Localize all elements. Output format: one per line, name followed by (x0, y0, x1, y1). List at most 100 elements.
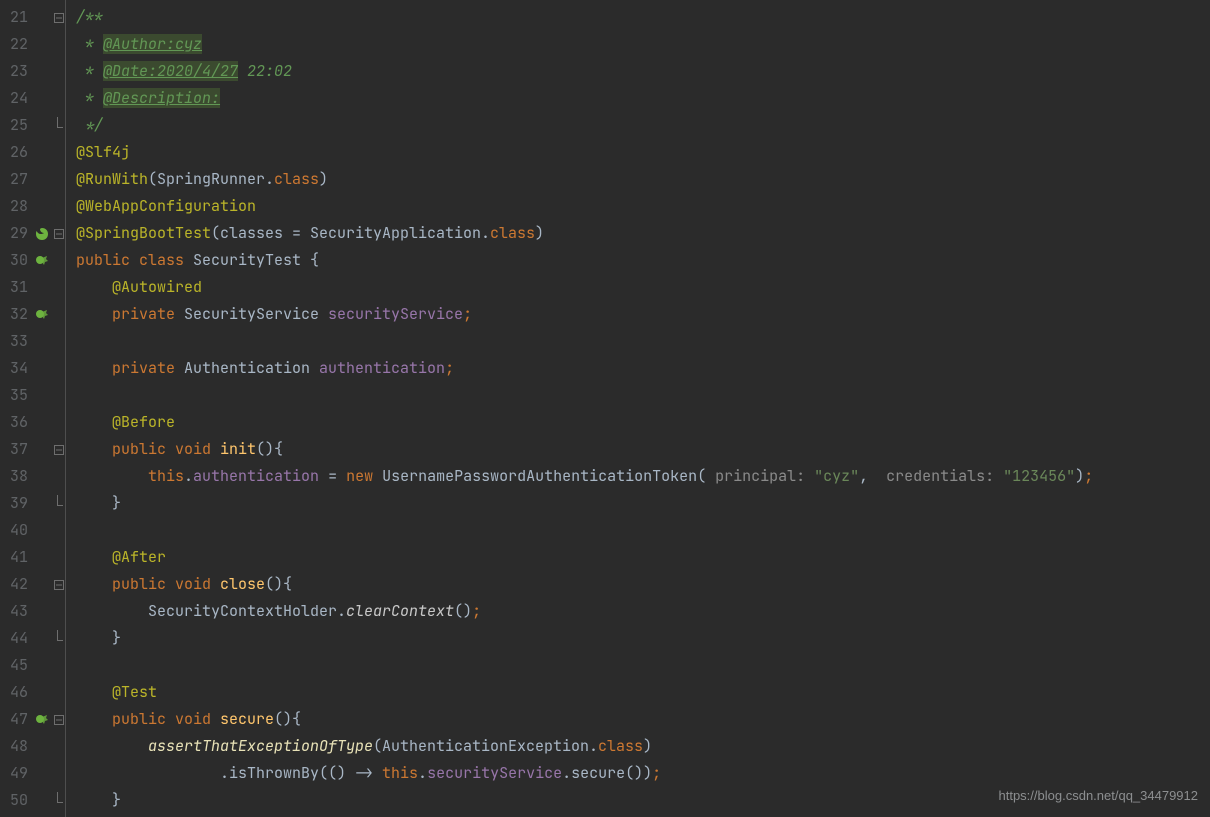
line-number: 35 (0, 382, 32, 409)
fold-empty (52, 382, 65, 409)
gutter-icon-empty (32, 760, 52, 787)
line-number: 37 (0, 436, 32, 463)
gutter-icon-empty (32, 31, 52, 58)
code-line[interactable]: } (76, 625, 1210, 652)
line-number: 31 (0, 274, 32, 301)
fold-empty (52, 58, 65, 85)
bean-gutter-icon[interactable] (32, 301, 52, 328)
line-number: 49 (0, 760, 32, 787)
bean-gutter-icon[interactable] (32, 247, 52, 274)
line-number: 24 (0, 85, 32, 112)
bean-icon (35, 254, 49, 268)
line-number: 47 (0, 706, 32, 733)
line-number: 39 (0, 490, 32, 517)
fold-toggle[interactable] (52, 436, 65, 463)
code-line[interactable] (76, 382, 1210, 409)
gutter-icon-empty (32, 166, 52, 193)
gutter-icon-empty (32, 193, 52, 220)
code-line[interactable]: .isThrownBy(() -> this.securityService.s… (76, 760, 1210, 787)
code-line[interactable] (76, 328, 1210, 355)
bean-icon (35, 308, 49, 322)
code-line[interactable]: private SecurityService securityService; (76, 301, 1210, 328)
gutter-icon-empty (32, 652, 52, 679)
gutter-icon-empty (32, 787, 52, 814)
fold-toggle[interactable] (52, 4, 65, 31)
gutter-icon-empty (32, 58, 52, 85)
gutter-icon-empty (32, 355, 52, 382)
gutter-icon-empty (32, 679, 52, 706)
gutter-icon-empty (32, 4, 52, 31)
gutter-icon-empty (32, 328, 52, 355)
line-number: 45 (0, 652, 32, 679)
code-line[interactable]: */ (76, 112, 1210, 139)
spring-icon (35, 227, 49, 241)
code-area[interactable]: /** * @Author:cyz * @Date:2020/4/27 22:0… (66, 0, 1210, 817)
code-line[interactable]: @SpringBootTest(classes = SecurityApplic… (76, 220, 1210, 247)
fold-empty (52, 85, 65, 112)
code-line[interactable]: assertThatExceptionOfType(Authentication… (76, 733, 1210, 760)
fold-toggle[interactable] (52, 220, 65, 247)
code-line[interactable]: @WebAppConfiguration (76, 193, 1210, 220)
gutter-icon-empty (32, 382, 52, 409)
gutter-icon-empty (32, 139, 52, 166)
code-line[interactable]: } (76, 490, 1210, 517)
line-number: 38 (0, 463, 32, 490)
gutter-icon-empty (32, 274, 52, 301)
gutter-icon-empty (32, 733, 52, 760)
fold-empty (52, 760, 65, 787)
bean-icon (35, 713, 49, 727)
fold-gutter[interactable] (52, 0, 66, 817)
spring-gutter-icon[interactable] (32, 220, 52, 247)
line-number-gutter: 2122232425262728293031323334353637383940… (0, 0, 32, 817)
code-line[interactable]: * @Description: (76, 85, 1210, 112)
fold-empty (52, 733, 65, 760)
fold-empty (52, 355, 65, 382)
code-line[interactable]: @Test (76, 679, 1210, 706)
code-line[interactable]: * @Author:cyz (76, 31, 1210, 58)
fold-empty (52, 166, 65, 193)
code-line[interactable] (76, 517, 1210, 544)
line-number: 48 (0, 733, 32, 760)
line-number: 34 (0, 355, 32, 382)
fold-toggle[interactable] (52, 706, 65, 733)
code-line[interactable]: @Autowired (76, 274, 1210, 301)
fold-empty (52, 274, 65, 301)
gutter-icon-empty (32, 409, 52, 436)
code-line[interactable]: @RunWith(SpringRunner.class) (76, 166, 1210, 193)
icon-gutter (32, 0, 52, 817)
code-line[interactable]: this.authentication = new UsernamePasswo… (76, 463, 1210, 490)
line-number: 50 (0, 787, 32, 814)
gutter-icon-empty (32, 517, 52, 544)
line-number: 22 (0, 31, 32, 58)
line-number: 27 (0, 166, 32, 193)
line-number: 26 (0, 139, 32, 166)
code-line[interactable]: * @Date:2020/4/27 22:02 (76, 58, 1210, 85)
gutter-icon-empty (32, 571, 52, 598)
code-line[interactable]: public class SecurityTest { (76, 247, 1210, 274)
code-line[interactable] (76, 652, 1210, 679)
line-number: 23 (0, 58, 32, 85)
code-line[interactable]: @Slf4j (76, 139, 1210, 166)
fold-empty (52, 517, 65, 544)
code-line[interactable]: public void close(){ (76, 571, 1210, 598)
code-line[interactable]: /** (76, 4, 1210, 31)
line-number: 28 (0, 193, 32, 220)
fold-toggle[interactable] (52, 571, 65, 598)
bean-gutter-icon[interactable] (32, 706, 52, 733)
code-line[interactable]: public void secure(){ (76, 706, 1210, 733)
fold-empty (52, 409, 65, 436)
line-number: 33 (0, 328, 32, 355)
gutter-icon-empty (32, 625, 52, 652)
code-line[interactable]: } (76, 787, 1210, 814)
fold-empty (52, 679, 65, 706)
line-number: 36 (0, 409, 32, 436)
code-line[interactable]: private Authentication authentication; (76, 355, 1210, 382)
code-line[interactable]: public void init(){ (76, 436, 1210, 463)
code-line[interactable]: @Before (76, 409, 1210, 436)
gutter-icon-empty (32, 490, 52, 517)
code-editor[interactable]: 2122232425262728293031323334353637383940… (0, 0, 1210, 817)
fold-end-marker (52, 787, 65, 814)
code-line[interactable]: @After (76, 544, 1210, 571)
code-line[interactable]: SecurityContextHolder.clearContext(); (76, 598, 1210, 625)
gutter-icon-empty (32, 544, 52, 571)
